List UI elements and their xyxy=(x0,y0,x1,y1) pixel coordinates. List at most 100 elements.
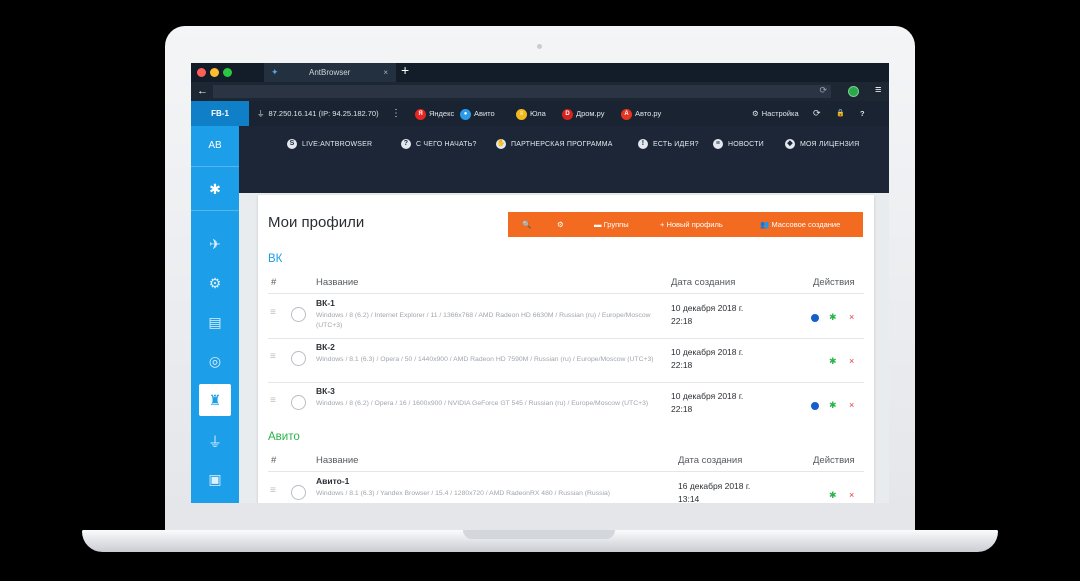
minimize-window-button[interactable] xyxy=(210,68,219,77)
profile-select-radio[interactable] xyxy=(291,307,306,322)
delete-profile-icon[interactable]: × xyxy=(849,491,854,500)
lock-icon[interactable]: 🔒 xyxy=(836,101,845,126)
nav-item-2[interactable]: ✋ ПАРТНЕРСКАЯ ПРОГРАММА xyxy=(496,139,613,149)
address-bar: ← ⟳ ≡ xyxy=(191,82,889,101)
delete-profile-icon[interactable]: × xyxy=(849,357,854,366)
profiles-icon[interactable]: ♜ xyxy=(199,384,231,416)
proxy-info[interactable]: ⏚ 87.250.16.141 (IP: 94.25.182.70) xyxy=(257,101,379,126)
nav-item-5[interactable]: ◆ МОЯ ЛИЦЕНЗИЯ xyxy=(785,139,859,149)
proxy-menu-icon[interactable]: ⋮ xyxy=(391,101,401,126)
tab-bar: ✦ AntBrowser × + xyxy=(191,63,889,82)
column-header-num[interactable]: # xyxy=(271,455,276,466)
plug-icon: ⏚ xyxy=(257,109,265,118)
settings-link[interactable]: ⚙ Настройка xyxy=(752,101,799,126)
back-arrow-icon[interactable]: ← xyxy=(197,85,208,97)
nav-item-1[interactable]: ? С ЧЕГО НАЧАТЬ? xyxy=(401,139,477,149)
profile-description: Windows / 8.1 (6.3) / Yandex Browser / 1… xyxy=(316,490,611,497)
groups-button[interactable]: ▬ Группы xyxy=(594,212,629,237)
reload-icon[interactable]: ⟳ xyxy=(819,85,827,96)
profile-date: 10 декабря 2018 г. 22:18 xyxy=(671,303,744,326)
close-window-button[interactable] xyxy=(197,68,206,77)
profile-name[interactable]: ВК-1 xyxy=(316,298,335,308)
column-header-date[interactable]: Дата создания xyxy=(678,455,742,466)
bookmark-label: Юла xyxy=(530,109,546,118)
help-icon[interactable]: ? xyxy=(860,101,865,126)
profile-name[interactable]: Авито-1 xyxy=(316,476,349,486)
rocket-icon[interactable]: ✈ xyxy=(191,236,239,253)
bookmark-label: Авито xyxy=(474,109,495,118)
ant-icon: ✦ xyxy=(271,67,279,77)
drag-handle-icon[interactable]: ≡ xyxy=(270,307,276,318)
bookmark-4[interactable]: A Авто.ру xyxy=(621,101,661,126)
group-title: ВК xyxy=(268,253,283,265)
profile-description: Windows / 8 (6.2) / Opera / 16 / 1600x90… xyxy=(316,400,649,407)
nav-item-3[interactable]: ! ЕСТЬ ИДЕЯ? xyxy=(638,139,699,149)
url-field[interactable]: ⟳ xyxy=(213,85,831,98)
bookmark-label: Авто.ру xyxy=(635,109,662,118)
nav-label: ЕСТЬ ИДЕЯ? xyxy=(653,140,699,148)
status-indicator-icon xyxy=(848,86,859,97)
bookmark-0[interactable]: Я Яндекс xyxy=(415,101,454,126)
news-icon: ≡ xyxy=(713,139,723,149)
running-status-icon[interactable] xyxy=(811,314,819,322)
profile-date: 16 декабря 2018 г. 13:14 xyxy=(678,481,751,503)
profile-tag[interactable]: FB-1 xyxy=(191,101,249,126)
profile-settings-icon[interactable]: ✱ xyxy=(829,357,837,366)
nav-label: С ЧЕГО НАЧАТЬ? xyxy=(416,140,477,148)
new-profile-label: Новый профиль xyxy=(666,220,723,229)
bookmark-3[interactable]: D Дром.ру xyxy=(562,101,605,126)
new-profile-button[interactable]: + Новый профиль xyxy=(660,212,723,237)
row-divider xyxy=(268,382,864,383)
tab-antbrowser[interactable]: ✦ AntBrowser × xyxy=(264,63,396,82)
new-tab-button[interactable]: + xyxy=(401,63,409,78)
column-header-num[interactable]: # xyxy=(271,277,276,288)
zoom-window-button[interactable] xyxy=(223,68,232,77)
refresh-icon[interactable]: ⟳ xyxy=(813,101,821,126)
book-icon[interactable]: ▤ xyxy=(191,314,239,331)
fingerprint-icon[interactable]: ◎ xyxy=(191,353,239,370)
column-header-date[interactable]: Дата создания xyxy=(671,277,735,288)
scrollbar[interactable] xyxy=(880,203,886,473)
nav-item-4[interactable]: ≡ НОВОСТИ xyxy=(713,139,764,149)
sidebar-logo[interactable]: AB xyxy=(191,140,239,151)
profile-settings-icon[interactable]: ✱ xyxy=(829,313,837,322)
search-button[interactable]: 🔍 xyxy=(522,212,531,237)
delete-profile-icon[interactable]: × xyxy=(849,313,854,322)
drag-handle-icon[interactable]: ≡ xyxy=(270,485,276,496)
nav-label: НОВОСТИ xyxy=(728,140,764,148)
profile-date: 10 декабря 2018 г. 22:18 xyxy=(671,391,744,414)
bulk-create-button[interactable]: 👥 Массовое создание xyxy=(760,212,840,237)
nav-label: ПАРТНЕРСКАЯ ПРОГРАММА xyxy=(511,140,613,148)
column-header-name[interactable]: Название xyxy=(316,455,358,466)
plug-icon[interactable]: ⏚ xyxy=(191,432,239,452)
gear-icon[interactable]: ⚙ xyxy=(191,275,239,292)
header-divider xyxy=(268,293,864,294)
profiles-toolbar: 🔍 ⚙ ▬ Группы + Новый профиль 👥 Массовое … xyxy=(508,212,863,237)
robot-icon[interactable]: ▣ xyxy=(191,471,239,488)
nav-item-0[interactable]: S LIVE:ANTBROWSER xyxy=(287,139,372,149)
close-tab-icon[interactable]: × xyxy=(383,63,388,82)
menu-icon[interactable]: ≡ xyxy=(875,84,881,96)
bookmark-2[interactable]: ≡ Юла xyxy=(516,101,546,126)
profile-select-radio[interactable] xyxy=(291,395,306,410)
bookmarks-bar: FB-1 ⏚ 87.250.16.141 (IP: 94.25.182.70) ⋮… xyxy=(191,101,889,126)
delete-profile-icon[interactable]: × xyxy=(849,401,854,410)
column-header-name[interactable]: Название xyxy=(316,277,358,288)
drag-handle-icon[interactable]: ≡ xyxy=(270,351,276,362)
briefcase-icon: ▬ xyxy=(594,220,604,229)
ant-icon[interactable]: ✱ xyxy=(191,181,239,198)
profile-settings-icon[interactable]: ✱ xyxy=(829,491,837,500)
settings-button[interactable]: ⚙ xyxy=(557,212,564,237)
column-header-actions: Действия xyxy=(813,277,855,288)
profile-select-radio[interactable] xyxy=(291,485,306,500)
profile-select-radio[interactable] xyxy=(291,351,306,366)
drag-handle-icon[interactable]: ≡ xyxy=(270,395,276,406)
top-nav: S LIVE:ANTBROWSER ? С ЧЕГО НАЧАТЬ? ✋ ПАРТНЕРС… xyxy=(239,126,889,193)
bookmark-1[interactable]: ● Авито xyxy=(460,101,495,126)
profile-name[interactable]: ВК-3 xyxy=(316,386,335,396)
profile-settings-icon[interactable]: ✱ xyxy=(829,401,837,410)
profile-name[interactable]: ВК-2 xyxy=(316,342,335,352)
running-status-icon[interactable] xyxy=(811,402,819,410)
bulb-icon: ! xyxy=(638,139,648,149)
nav-label: МОЯ ЛИЦЕНЗИЯ xyxy=(800,140,860,148)
